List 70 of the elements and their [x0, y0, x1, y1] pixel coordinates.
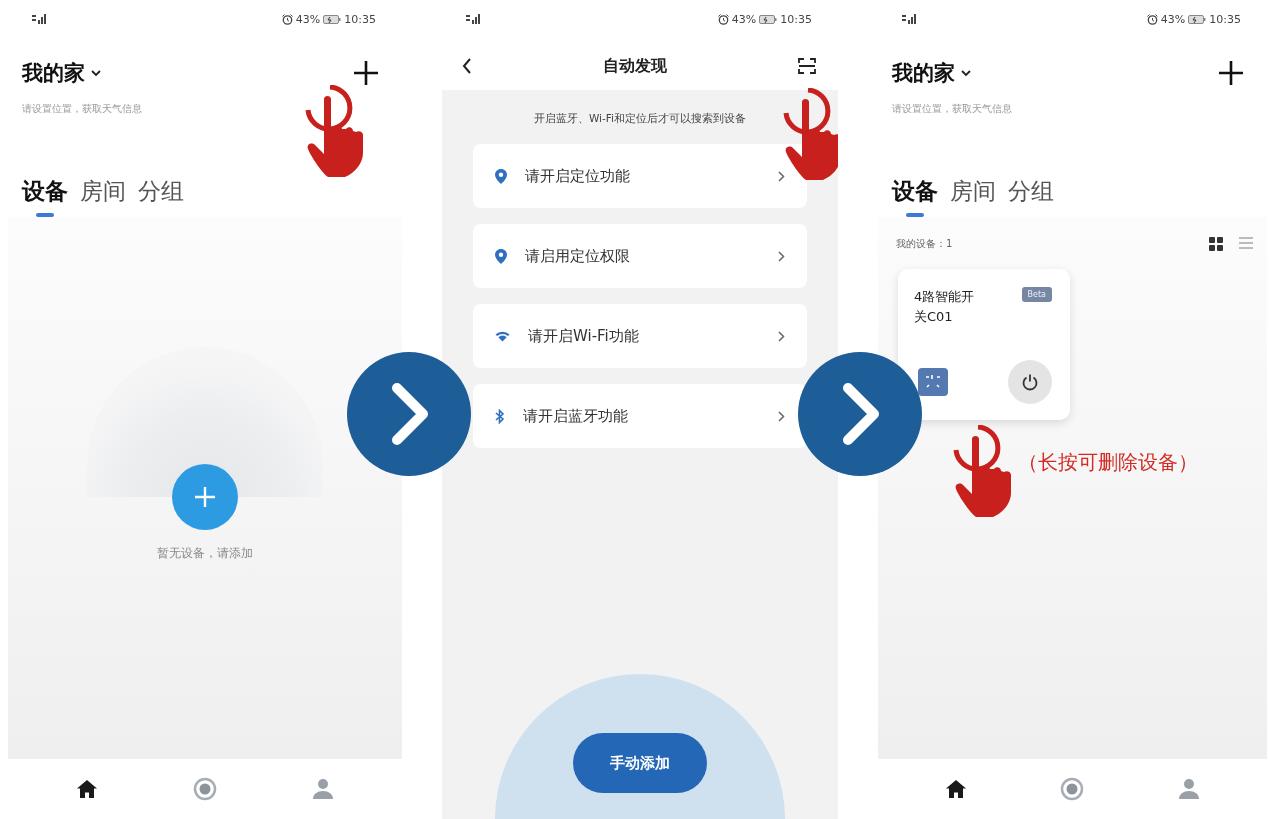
location-pin-icon	[495, 168, 507, 184]
target-circle-icon	[1060, 777, 1085, 801]
location-hint: 请设置位置，获取天气信息	[891, 102, 1013, 116]
battery-icon	[759, 14, 778, 24]
view-toggle[interactable]	[1239, 237, 1253, 251]
screen-title: 自动发现	[603, 55, 667, 77]
permission-item[interactable]: 请启用定位权限	[473, 224, 807, 288]
back-button[interactable]	[460, 56, 474, 76]
chevron-right-icon	[778, 410, 785, 422]
power-icon	[1021, 373, 1039, 391]
location-hint: 请设置位置，获取天气信息	[21, 102, 143, 116]
tab[interactable]: 分组	[138, 176, 184, 217]
person-icon	[312, 778, 335, 800]
home-selector[interactable]: 我的家	[892, 59, 971, 87]
power-button[interactable]	[1008, 360, 1052, 404]
scan-button[interactable]	[796, 56, 818, 76]
tab[interactable]: 房间	[950, 176, 996, 217]
target-circle-icon	[193, 777, 217, 801]
add-button[interactable]	[352, 59, 380, 87]
wifi-icon	[495, 330, 510, 342]
location-pin-icon	[495, 248, 507, 264]
tab[interactable]: 房间	[80, 176, 126, 217]
device-name: 4路智能开关C01	[914, 288, 976, 326]
device-count: 我的设备：1	[896, 237, 953, 251]
clock-time: 10:35	[1209, 12, 1241, 26]
battery-icon	[1188, 14, 1207, 24]
chevron-right-icon	[778, 170, 785, 182]
alarm-icon	[1146, 13, 1158, 25]
permission-item[interactable]: 请开启蓝牙功能	[473, 384, 807, 448]
view-toggle[interactable]	[1209, 237, 1223, 251]
plus-icon	[193, 485, 217, 509]
chevron-right-icon	[778, 330, 785, 342]
chevron-down-icon	[961, 69, 971, 77]
battery-icon	[323, 14, 342, 24]
plus-icon	[353, 60, 379, 86]
beta-badge: Beta	[1021, 287, 1052, 302]
empty-message: 暂无设备，请添加	[157, 545, 253, 562]
signal-icon	[32, 14, 46, 24]
annotation-note: （长按可删除设备）	[1018, 449, 1198, 476]
permission-item[interactable]: 请开启定位功能	[473, 144, 807, 208]
tab[interactable]: 设备	[22, 176, 68, 217]
manual-add-button[interactable]: 手动添加	[573, 733, 707, 793]
person-icon	[1178, 778, 1201, 800]
bluetooth-icon	[495, 408, 505, 424]
home-icon	[75, 779, 98, 799]
grid-view-icon	[1209, 237, 1223, 251]
switch-panel-icon	[918, 368, 948, 396]
permission-item[interactable]: 请开启Wi-Fi功能	[473, 304, 807, 368]
home-icon	[944, 779, 967, 799]
home-selector[interactable]: 我的家	[22, 59, 101, 87]
chevron-right-icon	[778, 250, 785, 262]
tab[interactable]: 设备	[892, 176, 938, 217]
list-view-icon	[1239, 237, 1253, 249]
clock-time: 10:35	[344, 12, 376, 26]
plus-icon	[1218, 60, 1244, 86]
signal-icon	[902, 14, 916, 24]
signal-icon	[466, 14, 480, 24]
tab[interactable]: 分组	[1008, 176, 1054, 217]
alarm-icon	[281, 13, 293, 25]
battery-percent: 43%	[731, 12, 757, 26]
alarm-icon	[717, 13, 729, 25]
back-chevron-icon	[462, 58, 472, 74]
permission-notice: 开启蓝牙、Wi-Fi和定位后才可以搜索到设备	[533, 112, 747, 126]
battery-percent: 43%	[1160, 12, 1186, 26]
chevron-down-icon	[91, 69, 101, 77]
clock-time: 10:35	[780, 12, 812, 26]
device-card[interactable]: 4路智能开关C01 Beta	[898, 269, 1070, 420]
add-button[interactable]	[1217, 59, 1245, 87]
scan-icon	[798, 58, 816, 74]
battery-percent: 43%	[295, 12, 321, 26]
